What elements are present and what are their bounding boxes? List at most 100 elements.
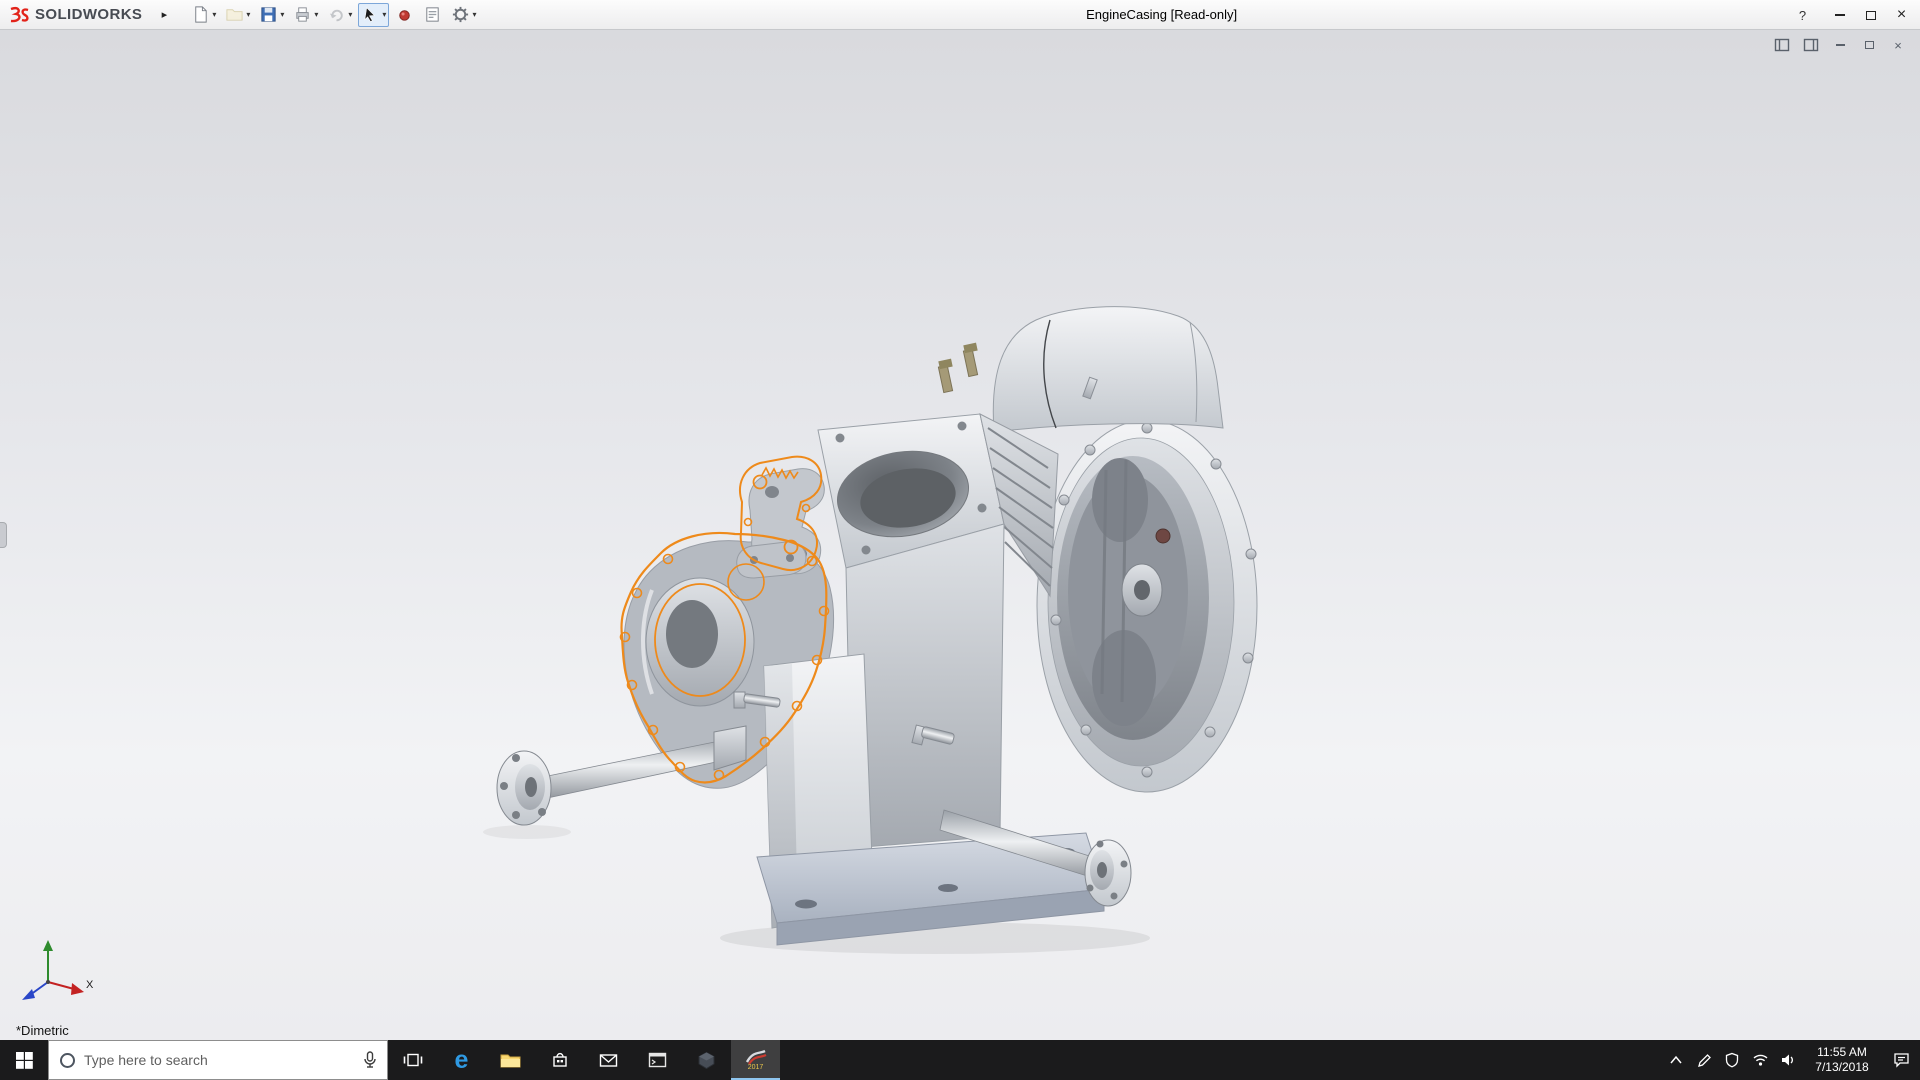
select-button[interactable]: ▾: [358, 2, 390, 27]
brand-text: SOLIDWORKS: [35, 6, 143, 23]
quick-access-toolbar: ▾ ▾ ▾ ▾ ▾ ▾ ▾: [188, 2, 479, 27]
print-icon: [296, 7, 310, 22]
windows-ink-button[interactable]: [1690, 1040, 1718, 1080]
options-button[interactable]: ▾: [448, 3, 479, 27]
undo-dropdown-arrow[interactable]: ▾: [348, 10, 352, 19]
cube-icon: [698, 1051, 715, 1069]
titlebar: SOLIDWORKS ▸ ▾ ▾ ▾ ▾ ▾ ▾ ▾ EngineCasing …: [0, 0, 1920, 30]
pen-icon: [1697, 1053, 1711, 1067]
edge-icon: e: [454, 1045, 469, 1074]
open-dropdown-arrow[interactable]: ▾: [246, 10, 250, 19]
action-center-icon: [1893, 1053, 1909, 1068]
windows-taskbar: e: [0, 1040, 1920, 1080]
maximize-icon: [1865, 10, 1876, 20]
new-dropdown-arrow[interactable]: ▾: [212, 10, 216, 19]
task-view-icon: [403, 1053, 422, 1067]
open-folder-icon: [226, 9, 243, 21]
microphone-button[interactable]: [363, 1051, 377, 1069]
print-dropdown-arrow[interactable]: ▾: [314, 10, 318, 19]
command-prompt-icon: [648, 1052, 667, 1068]
windows-logo-icon: [15, 1051, 33, 1069]
system-tray: 11:55 AM 7/13/2018: [1662, 1040, 1920, 1080]
taskbar-search: [48, 1040, 388, 1080]
solidworks-logo: SOLIDWORKS: [8, 6, 142, 24]
file-properties-icon: [426, 7, 440, 22]
cortana-icon[interactable]: [60, 1052, 75, 1068]
feature-panel-collapse-handle[interactable]: [0, 522, 7, 548]
clutch-housing[interactable]: [1036, 419, 1258, 793]
edrawings-button[interactable]: [682, 1040, 731, 1080]
command-prompt-button[interactable]: [633, 1040, 682, 1080]
file-explorer-icon: [500, 1054, 521, 1067]
doc-minimize-button[interactable]: [1830, 36, 1850, 54]
doc-minimize-icon: [1835, 44, 1845, 46]
orientation-triad[interactable]: X: [20, 938, 100, 1006]
z-axis-arrow: [22, 989, 35, 1000]
action-center-button[interactable]: [1882, 1040, 1920, 1080]
start-button[interactable]: [0, 1040, 48, 1080]
minimize-button[interactable]: [1825, 2, 1854, 28]
file-explorer-button[interactable]: [486, 1040, 535, 1080]
top-cover[interactable]: [992, 306, 1224, 433]
undo-button[interactable]: ▾: [324, 3, 355, 27]
print-button[interactable]: ▾: [290, 3, 321, 27]
open-button[interactable]: ▾: [222, 3, 253, 27]
help-button[interactable]: ?: [1788, 2, 1817, 28]
volume-button[interactable]: [1774, 1040, 1802, 1080]
mail-icon: [599, 1053, 618, 1067]
rebuild-button[interactable]: [392, 3, 417, 27]
wifi-icon: [1753, 1054, 1767, 1066]
doc-restore-button[interactable]: [1859, 36, 1879, 54]
mounting-studs[interactable]: [937, 342, 979, 394]
new-document-icon: [195, 6, 208, 23]
save-dropdown-arrow[interactable]: ▾: [280, 10, 284, 19]
x-axis-label: X: [86, 979, 94, 991]
rebuild-icon: [399, 10, 411, 21]
select-cursor-icon: [364, 7, 376, 22]
new-button[interactable]: ▾: [188, 3, 219, 27]
taskbar-clock[interactable]: 11:55 AM 7/13/2018: [1802, 1040, 1882, 1080]
search-input[interactable]: [84, 1052, 353, 1068]
view-orientation-label: *Dimetric: [16, 1023, 69, 1038]
minimize-icon: [1834, 14, 1845, 16]
store-button[interactable]: [535, 1040, 584, 1080]
mail-button[interactable]: [584, 1040, 633, 1080]
menu-expand-button[interactable]: ▸: [156, 5, 172, 25]
shield-icon: [1725, 1052, 1739, 1068]
security-button[interactable]: [1718, 1040, 1746, 1080]
hidden-icons-button[interactable]: [1662, 1040, 1690, 1080]
close-button[interactable]: ×: [1887, 2, 1916, 28]
solidworks-app-icon: [745, 1049, 766, 1065]
graphics-area[interactable]: × X *Dimetric: [0, 30, 1920, 1040]
undo-arrow-icon: [330, 9, 344, 22]
save-button[interactable]: ▾: [256, 3, 287, 27]
speaker-icon: [1782, 1054, 1793, 1066]
network-button[interactable]: [1746, 1040, 1774, 1080]
clock-time: 11:55 AM: [1817, 1045, 1867, 1059]
microphone-icon: [364, 1051, 376, 1068]
gear-icon: [453, 6, 469, 23]
maximize-button[interactable]: [1856, 2, 1885, 28]
pane-left-icon: [1774, 38, 1790, 52]
pane-left-button[interactable]: [1772, 36, 1792, 54]
document-window-controls: ×: [1772, 36, 1908, 54]
clock-date: 7/13/2018: [1815, 1060, 1869, 1074]
file-properties-button[interactable]: [420, 3, 445, 27]
pane-right-button[interactable]: [1801, 36, 1821, 54]
chevron-up-icon: [1670, 1055, 1682, 1064]
x-axis-arrow: [71, 983, 84, 995]
solidworks-version-badge: 2017: [747, 1064, 764, 1071]
doc-close-button[interactable]: ×: [1888, 36, 1908, 54]
options-dropdown-arrow[interactable]: ▾: [472, 10, 476, 19]
window-controls: ? ×: [1788, 0, 1916, 30]
document-title: EngineCasing [Read-only]: [1086, 7, 1238, 22]
doc-restore-icon: [1864, 41, 1874, 49]
edge-button[interactable]: e: [437, 1040, 486, 1080]
dassault-mark-icon: [10, 6, 29, 22]
y-axis-arrow: [43, 940, 53, 951]
engine-casing-model[interactable]: [0, 30, 1920, 1040]
task-view-button[interactable]: [388, 1040, 437, 1080]
save-floppy-icon: [261, 7, 276, 22]
select-dropdown-arrow[interactable]: ▾: [382, 10, 386, 19]
solidworks-taskbar-button[interactable]: 2017: [731, 1040, 780, 1080]
